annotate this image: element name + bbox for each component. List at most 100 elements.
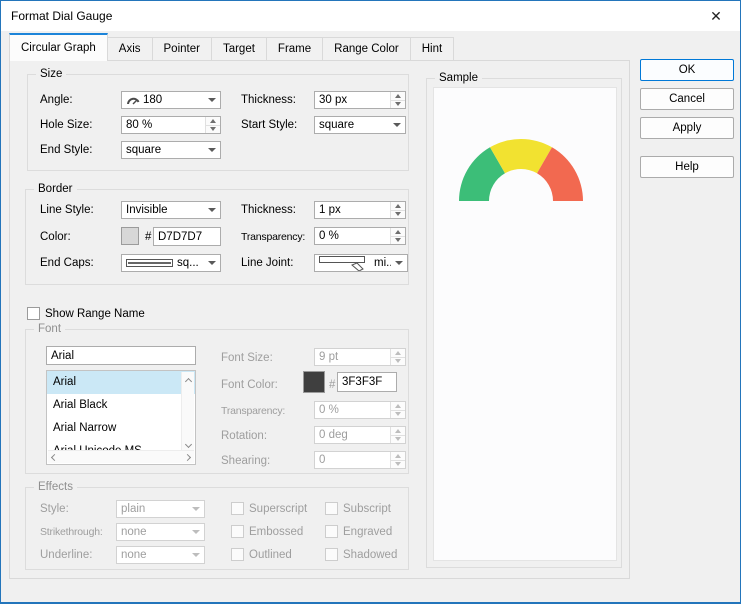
chevron-down-icon[interactable] (204, 92, 220, 108)
spinner-up-icon (391, 427, 405, 435)
end-style-value: square (126, 144, 162, 156)
font-color-swatch[interactable] (303, 371, 325, 393)
font-transparency-spinner: 0 % (314, 401, 406, 419)
hole-size-label: Hole Size: (40, 119, 93, 131)
superscript-checkbox (231, 502, 244, 515)
font-name-input[interactable]: Arial (46, 346, 196, 365)
font-legend: Font (34, 322, 66, 336)
chevron-down-icon[interactable] (204, 255, 220, 271)
strikethrough-dropdown: none (116, 523, 205, 541)
style-dropdown: plain (116, 500, 205, 518)
border-color-label: Color: (40, 231, 71, 243)
tab-axis[interactable]: Axis (106, 37, 153, 61)
underline-label: Underline: (40, 549, 93, 561)
border-transparency-spinner[interactable]: 0 % (314, 227, 406, 245)
line-style-dropdown[interactable]: Invisible (121, 201, 221, 219)
font-size-label: Font Size: (221, 352, 273, 364)
ok-button[interactable]: OK (640, 59, 734, 81)
spinner-down-icon[interactable] (391, 209, 405, 218)
show-range-name-label: Show Range Name (45, 308, 145, 320)
spinner-down-icon (391, 459, 405, 468)
chevron-down-icon[interactable] (389, 117, 405, 133)
font-list-item[interactable]: Arial Black (47, 394, 195, 417)
embossed-checkbox (231, 525, 244, 538)
font-list[interactable]: Arial Arial Black Arial Narrow Arial Uni… (46, 370, 196, 465)
line-joint-dropdown[interactable]: mi... (314, 254, 408, 272)
chevron-down-icon (188, 524, 204, 540)
font-list-item[interactable]: Arial (47, 371, 195, 394)
end-style-dropdown[interactable]: square (121, 141, 221, 159)
scroll-up-icon[interactable] (182, 375, 194, 386)
spinner-down-icon[interactable] (206, 124, 220, 133)
chevron-down-icon[interactable] (204, 202, 220, 218)
tab-circular-graph[interactable]: Circular Graph (9, 33, 108, 61)
border-color-hash: # (145, 231, 152, 243)
vertical-scrollbar[interactable] (181, 372, 194, 450)
thickness-label: Thickness: (241, 94, 296, 106)
border-color-swatch[interactable] (121, 227, 139, 245)
font-color-label: Font Color: (221, 379, 278, 391)
shearing-value: 0 (319, 454, 326, 466)
horizontal-scrollbar[interactable] (48, 450, 194, 463)
engraved-checkbox (325, 525, 338, 538)
spinner-up-icon (391, 402, 405, 410)
tab-frame[interactable]: Frame (265, 37, 324, 61)
cancel-button[interactable]: Cancel (640, 88, 734, 110)
subscript-checkbox (325, 502, 338, 515)
tab-hint[interactable]: Hint (409, 37, 455, 61)
start-style-label: Start Style: (241, 119, 298, 131)
chevron-down-icon[interactable] (204, 142, 220, 158)
scroll-down-icon[interactable] (182, 440, 194, 449)
help-button[interactable]: Help (640, 156, 734, 178)
spinner-down-icon[interactable] (391, 235, 405, 244)
shearing-label: Shearing: (221, 455, 271, 467)
spinner-up-icon (391, 349, 405, 357)
close-icon[interactable]: ✕ (700, 1, 732, 31)
tab-range-color[interactable]: Range Color (322, 37, 411, 61)
start-style-dropdown[interactable]: square (314, 116, 406, 134)
underline-dropdown: none (116, 546, 205, 564)
size-group: Size Angle: 180 Thickness: 30 px Hole Si… (27, 67, 409, 171)
underline-value: none (121, 549, 147, 561)
style-label: Style: (40, 503, 69, 515)
start-style-value: square (319, 119, 355, 131)
scroll-right-icon[interactable] (183, 453, 194, 461)
border-group: Border Line Style: Invisible Thickness: … (25, 182, 409, 285)
tab-pointer[interactable]: Pointer (151, 37, 212, 61)
shearing-spinner: 0 (314, 451, 406, 469)
hole-size-value: 80 % (126, 119, 153, 131)
shadowed-label: Shadowed (343, 549, 398, 561)
font-transparency-label: Transparency: (221, 405, 286, 417)
spinner-up-icon[interactable] (391, 92, 405, 100)
spinner-down-icon[interactable] (391, 99, 405, 108)
border-thickness-spinner[interactable]: 1 px (314, 201, 406, 219)
end-style-label: End Style: (40, 144, 93, 156)
apply-button[interactable]: Apply (640, 117, 734, 139)
hole-size-spinner[interactable]: 80 % (121, 116, 221, 134)
border-transparency-label: Transparency: (241, 231, 306, 243)
end-caps-dropdown[interactable]: sq... (121, 254, 221, 272)
angle-dropdown[interactable]: 180 (121, 91, 221, 109)
shadowed-checkbox (325, 548, 338, 561)
thickness-spinner[interactable]: 30 px (314, 91, 406, 109)
chevron-down-icon[interactable] (391, 255, 407, 271)
spinner-up-icon[interactable] (391, 202, 405, 210)
chevron-down-icon (188, 501, 204, 517)
font-list-item[interactable]: Arial Narrow (47, 417, 195, 440)
show-range-name-checkbox[interactable] (27, 307, 40, 320)
effects-legend: Effects (34, 480, 77, 494)
rotation-value: 0 deg (319, 429, 348, 441)
spinner-up-icon[interactable] (391, 228, 405, 236)
line-joint-label: Line Joint: (241, 257, 294, 269)
sample-group: Sample (426, 71, 622, 568)
size-legend: Size (36, 67, 67, 81)
scroll-left-icon[interactable] (48, 453, 59, 461)
sample-legend: Sample (435, 71, 482, 85)
angle-gauge-icon (126, 95, 140, 105)
font-color-hex-input[interactable]: 3F3F3F (337, 372, 397, 392)
tab-target[interactable]: Target (210, 37, 267, 61)
embossed-label: Embossed (249, 526, 304, 538)
border-color-hex-input[interactable]: D7D7D7 (153, 227, 221, 246)
spinner-up-icon[interactable] (206, 117, 220, 125)
line-joint-icon (319, 255, 371, 271)
